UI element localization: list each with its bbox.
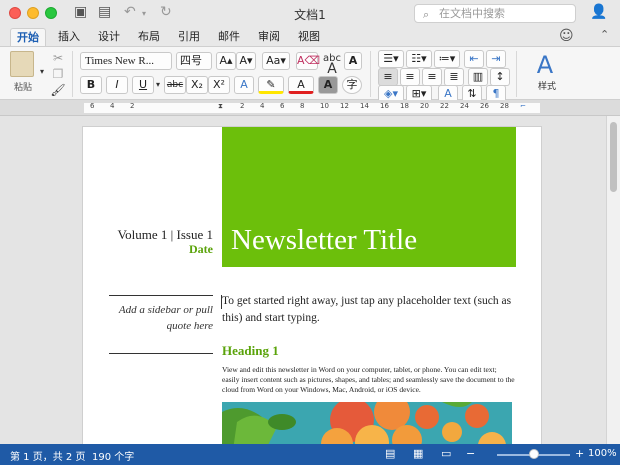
- bold-button[interactable]: B: [80, 76, 102, 94]
- paste-label: 粘贴: [14, 83, 33, 93]
- character-shading-icon[interactable]: A: [318, 76, 338, 94]
- volume-issue-text[interactable]: Volume 1 | Issue 1: [83, 227, 213, 243]
- zoom-in-icon[interactable]: +: [575, 447, 584, 460]
- search-placeholder: 在文档中搜索: [439, 7, 505, 20]
- sidebar-bottom-rule: [109, 353, 213, 354]
- tab-review[interactable]: 审阅: [252, 28, 286, 46]
- font-name-value: Times New R...: [85, 55, 154, 67]
- ribbon-tabs: 开始 插入 设计 布局 引用 邮件 审阅 视图: [0, 26, 620, 46]
- decrease-indent-button[interactable]: ⇤: [464, 50, 484, 68]
- line-spacing-button[interactable]: ↕: [490, 68, 510, 86]
- zoom-out-icon[interactable]: −: [466, 447, 475, 460]
- horizontal-ruler[interactable]: 6 4 2 ⧗ 2 4 6 8 10 12 14 16 18 20 22 24 …: [0, 100, 620, 116]
- page-count[interactable]: 第 1 页，共 2 页: [10, 448, 85, 463]
- tab-insert[interactable]: 插入: [52, 28, 86, 46]
- change-case-button[interactable]: Aa▾: [262, 52, 290, 70]
- font-size-value: 四号: [180, 54, 202, 67]
- shrink-font-button[interactable]: A▾: [236, 52, 256, 70]
- title-banner[interactable]: Newsletter Title: [222, 127, 516, 267]
- peaches-photo[interactable]: [222, 402, 512, 444]
- ribbon-separator: [72, 51, 73, 97]
- character-border-icon[interactable]: A: [344, 52, 362, 70]
- search-input[interactable]: ⌕ 在文档中搜索: [414, 4, 576, 23]
- enclose-characters-icon[interactable]: 字: [342, 76, 362, 94]
- feedback-smiley-icon[interactable]: ☺: [559, 28, 574, 44]
- body-paragraph[interactable]: View and edit this newsletter in Word on…: [222, 365, 516, 395]
- date-text[interactable]: Date: [83, 242, 213, 257]
- distributed-button[interactable]: ▥: [468, 68, 488, 86]
- zoom-slider-knob[interactable]: [528, 449, 539, 459]
- highlight-color-icon[interactable]: ✎: [258, 76, 284, 94]
- tab-layout[interactable]: 布局: [132, 28, 166, 46]
- scrollbar-thumb[interactable]: [610, 122, 617, 192]
- align-left-button[interactable]: ≡: [378, 68, 398, 86]
- superscript-button[interactable]: X²: [208, 76, 230, 94]
- search-icon: ⌕: [423, 8, 430, 21]
- strikethrough-button[interactable]: abc: [164, 76, 186, 94]
- align-right-button[interactable]: ≡: [422, 68, 442, 86]
- increase-indent-button[interactable]: ⇥: [486, 50, 506, 68]
- ribbon-home: 粘贴 ▾ ✂ ❐ 🖌 Times New R... 四号 A▴ A▾ Aa▾ A…: [0, 46, 620, 103]
- tab-mailings[interactable]: 邮件: [212, 28, 246, 46]
- numbering-button[interactable]: ☷▾: [406, 50, 432, 68]
- align-center-button[interactable]: ≡: [400, 68, 420, 86]
- tab-view[interactable]: 视图: [292, 28, 326, 46]
- underline-dropdown-icon[interactable]: ▾: [154, 76, 162, 94]
- document-canvas[interactable]: Volume 1 | Issue 1 Date Newsletter Title…: [0, 116, 606, 444]
- paste-icon[interactable]: [10, 51, 34, 77]
- document-page[interactable]: Volume 1 | Issue 1 Date Newsletter Title…: [82, 126, 542, 444]
- multilevel-list-button[interactable]: ≔▾: [434, 50, 460, 68]
- subscript-button[interactable]: X₂: [186, 76, 208, 94]
- italic-button[interactable]: I: [106, 76, 128, 94]
- heading-1[interactable]: Heading 1: [222, 343, 279, 359]
- status-bar: 第 1 页，共 2 页 190 个字 ▤ ▦ ▭ − + 100%: [0, 444, 620, 465]
- focus-mode-icon[interactable]: ▭: [441, 447, 451, 460]
- vertical-scrollbar[interactable]: [606, 116, 620, 444]
- underline-button[interactable]: U: [132, 76, 154, 94]
- styles-icon[interactable]: A: [530, 51, 560, 79]
- tab-home[interactable]: 开始: [10, 28, 46, 46]
- justify-button[interactable]: ≣: [444, 68, 464, 86]
- text-effects-icon[interactable]: A: [234, 76, 254, 94]
- ruler-indent-marker[interactable]: ⧗: [218, 102, 223, 111]
- collapse-ribbon-icon[interactable]: ⌃: [600, 28, 609, 41]
- ribbon-separator: [516, 51, 517, 97]
- sidebar-top-rule: [109, 295, 213, 296]
- newsletter-title[interactable]: Newsletter Title: [231, 224, 417, 257]
- zoom-level[interactable]: 100%: [588, 448, 617, 459]
- sidebar-quote[interactable]: Add a sidebar or pull quote here: [109, 302, 213, 334]
- word-count[interactable]: 190 个字: [92, 448, 134, 463]
- lead-paragraph[interactable]: To get started right away, just tap any …: [222, 293, 516, 327]
- print-layout-icon[interactable]: ▤: [385, 447, 395, 460]
- title-bar: ▣ ▤ ↶ ▾ ↻ 文档1 ⌕ 在文档中搜索 👤: [0, 0, 620, 26]
- ruler-active-area: [84, 103, 540, 113]
- font-color-icon[interactable]: A: [288, 76, 314, 94]
- ruler-right-indent[interactable]: ⌐: [520, 102, 526, 110]
- clear-formatting-icon[interactable]: A⌫: [296, 52, 320, 70]
- paste-dropdown-icon[interactable]: ▾: [38, 63, 46, 81]
- font-size-select[interactable]: 四号: [176, 52, 212, 70]
- peaches-illustration: [222, 402, 506, 444]
- ribbon-separator: [370, 51, 371, 97]
- styles-label[interactable]: 样式: [538, 79, 556, 92]
- format-painter-icon[interactable]: 🖌: [50, 81, 66, 99]
- tab-references[interactable]: 引用: [172, 28, 206, 46]
- share-user-icon[interactable]: 👤: [590, 4, 607, 20]
- bullets-button[interactable]: ☰▾: [378, 50, 404, 68]
- tab-design[interactable]: 设计: [92, 28, 126, 46]
- web-layout-icon[interactable]: ▦: [413, 447, 423, 460]
- grow-font-button[interactable]: A▴: [216, 52, 236, 70]
- font-name-select[interactable]: Times New R...: [80, 52, 172, 70]
